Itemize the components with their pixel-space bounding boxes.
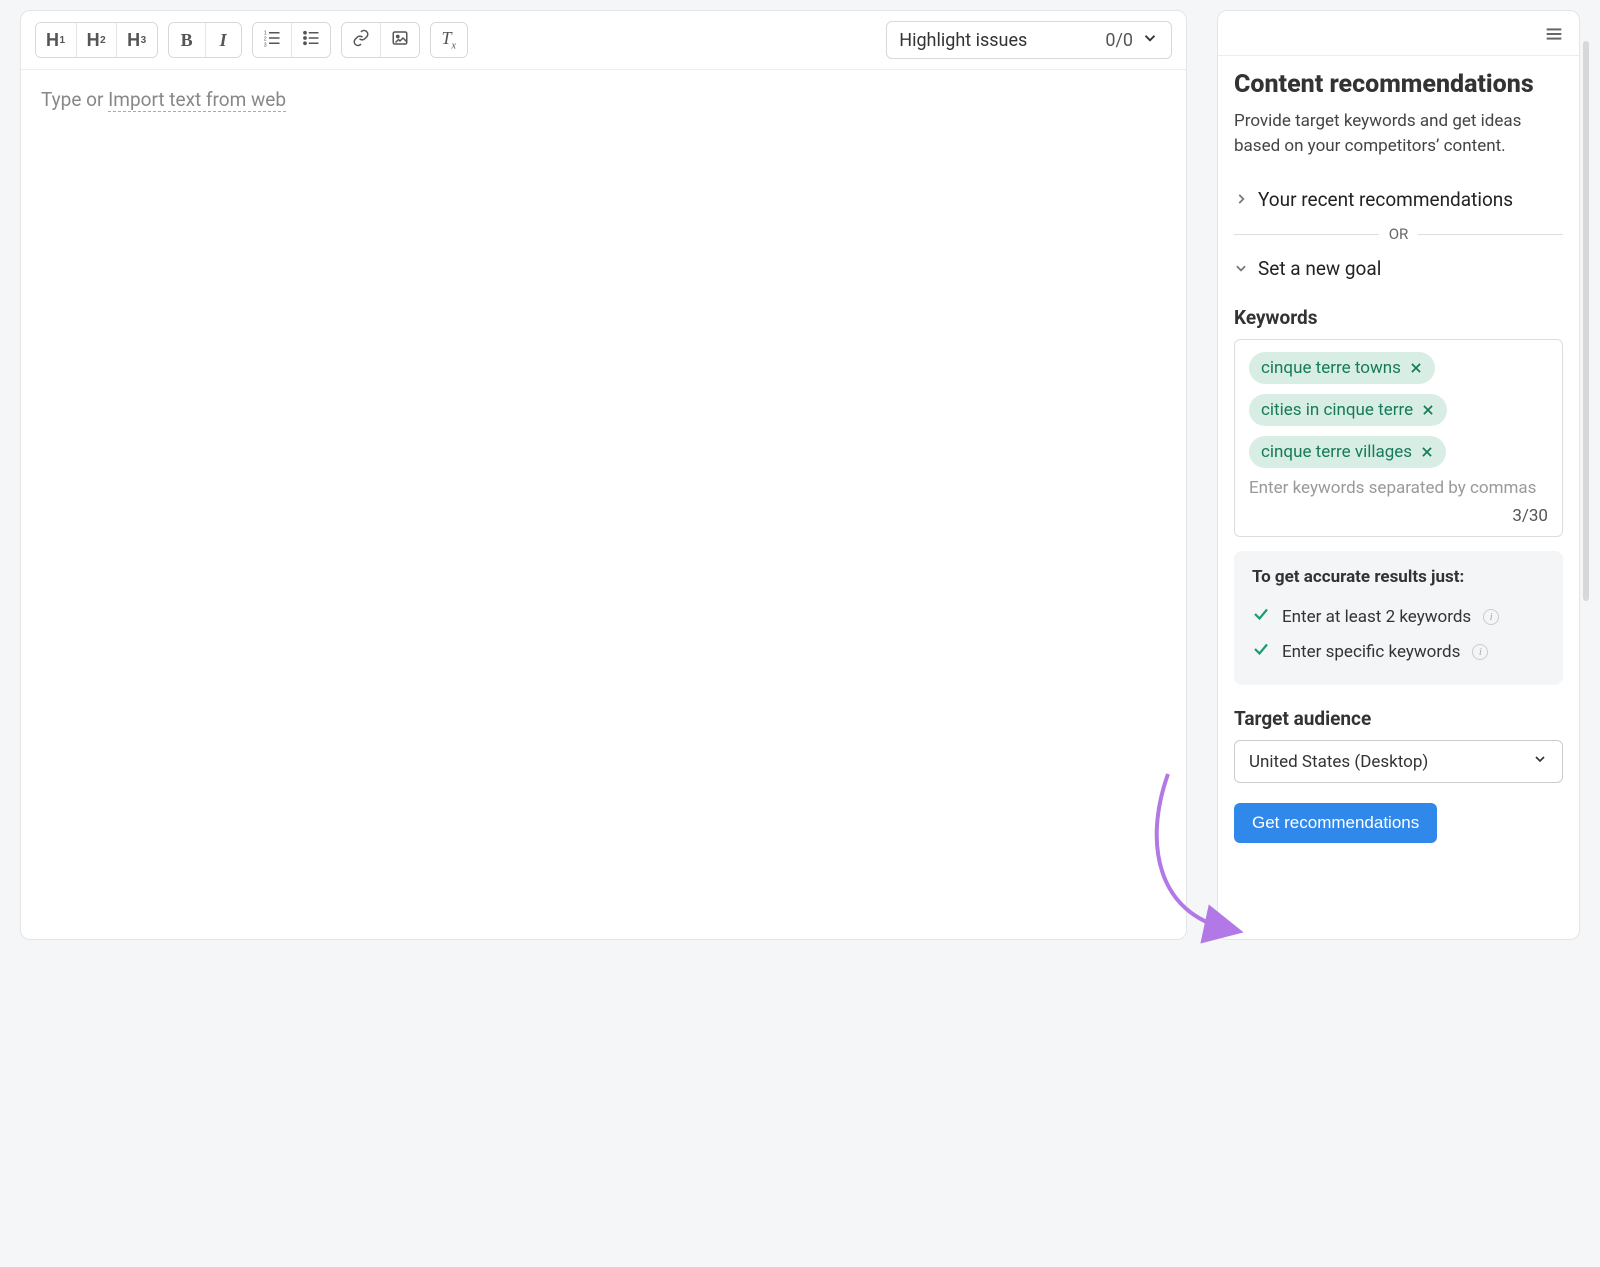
tip-row: Enter at least 2 keywords i	[1252, 599, 1545, 634]
set-new-goal-toggle[interactable]: Set a new goal	[1234, 247, 1563, 290]
keywords-count: 3/30	[1249, 506, 1548, 530]
app-layout: H1 H2 H3 B I 1 2 3	[20, 10, 1580, 940]
svg-text:3: 3	[263, 42, 266, 47]
info-icon[interactable]: i	[1483, 609, 1499, 625]
import-from-web-link[interactable]: Import text from web	[108, 88, 286, 112]
check-icon	[1252, 605, 1270, 628]
sidebar-description: Provide target keywords and get ideas ba…	[1234, 109, 1563, 158]
chevron-down-icon	[1532, 751, 1548, 772]
h2-button[interactable]: H2	[76, 23, 117, 57]
target-audience-value: United States (Desktop)	[1249, 752, 1428, 772]
keyword-chip: cinque terre villages	[1249, 436, 1446, 468]
editor-toolbar: H1 H2 H3 B I 1 2 3	[21, 11, 1186, 70]
sidebar-header	[1218, 11, 1579, 56]
bullet-list-icon	[302, 29, 320, 52]
target-audience-select[interactable]: United States (Desktop)	[1234, 740, 1563, 783]
chevron-right-icon	[1234, 188, 1248, 211]
recommendations-sidebar: Content recommendations Provide target k…	[1217, 10, 1580, 940]
hamburger-icon[interactable]	[1543, 23, 1565, 49]
clear-format-group: Tx	[430, 22, 468, 58]
image-icon	[391, 29, 409, 52]
target-audience-heading: Target audience	[1234, 707, 1563, 730]
h1-button[interactable]: H1	[36, 23, 76, 57]
editor-panel: H1 H2 H3 B I 1 2 3	[20, 10, 1187, 940]
link-button[interactable]	[342, 23, 380, 57]
chip-label: cinque terre towns	[1261, 358, 1401, 378]
remove-chip-icon[interactable]	[1421, 403, 1435, 417]
remove-chip-icon[interactable]	[1409, 361, 1423, 375]
keywords-placeholder[interactable]: Enter keywords separated by commas	[1249, 478, 1548, 498]
clear-format-icon: Tx	[441, 28, 455, 52]
svg-text:2: 2	[263, 36, 266, 42]
editor-placeholder-prefix: Type or	[41, 88, 108, 111]
tip-text: Enter specific keywords	[1282, 642, 1460, 662]
keyword-chip: cinque terre towns	[1249, 352, 1435, 384]
get-recommendations-button[interactable]: Get recommendations	[1234, 803, 1437, 843]
tip-text: Enter at least 2 keywords	[1282, 607, 1471, 627]
or-text: OR	[1389, 225, 1409, 243]
svg-text:1: 1	[263, 30, 266, 36]
clear-format-button[interactable]: Tx	[431, 23, 467, 57]
editor-body[interactable]: Type or Import text from web	[21, 70, 1186, 939]
check-icon	[1252, 640, 1270, 663]
highlight-issues-dropdown[interactable]: Highlight issues 0/0	[886, 21, 1172, 59]
bold-button[interactable]: B	[169, 23, 205, 57]
list-group: 1 2 3	[252, 22, 331, 58]
recent-recommendations-toggle[interactable]: Your recent recommendations	[1234, 178, 1563, 221]
chevron-down-icon	[1234, 257, 1248, 280]
highlight-issues-count: 0/0	[1105, 30, 1133, 51]
keyword-chips: cinque terre towns cities in cinque terr…	[1249, 352, 1548, 468]
chip-label: cities in cinque terre	[1261, 400, 1413, 420]
tip-row: Enter specific keywords i	[1252, 634, 1545, 669]
keyword-chip: cities in cinque terre	[1249, 394, 1447, 426]
link-icon	[352, 29, 370, 52]
h3-button[interactable]: H3	[116, 23, 157, 57]
heading-group: H1 H2 H3	[35, 22, 158, 58]
bullet-list-button[interactable]	[291, 23, 330, 57]
italic-button[interactable]: I	[205, 23, 241, 57]
tips-box: To get accurate results just: Enter at l…	[1234, 551, 1563, 685]
keywords-heading: Keywords	[1234, 306, 1563, 329]
chevron-down-icon	[1141, 29, 1159, 52]
sidebar-title: Content recommendations	[1234, 70, 1563, 99]
insert-group	[341, 22, 420, 58]
recent-recommendations-label: Your recent recommendations	[1258, 188, 1513, 211]
info-icon[interactable]: i	[1472, 644, 1488, 660]
highlight-issues-label: Highlight issues	[899, 30, 1027, 51]
format-group: B I	[168, 22, 242, 58]
keywords-input-box[interactable]: cinque terre towns cities in cinque terr…	[1234, 339, 1563, 537]
ordered-list-icon: 1 2 3	[263, 29, 281, 52]
set-new-goal-label: Set a new goal	[1258, 257, 1381, 280]
sidebar-scrollbar[interactable]	[1583, 41, 1589, 601]
ordered-list-button[interactable]: 1 2 3	[253, 23, 291, 57]
or-divider: OR	[1234, 225, 1563, 243]
chip-label: cinque terre villages	[1261, 442, 1412, 462]
image-button[interactable]	[380, 23, 419, 57]
sidebar-content: Content recommendations Provide target k…	[1218, 56, 1579, 861]
cta-label: Get recommendations	[1252, 813, 1419, 832]
tips-heading: To get accurate results just:	[1252, 567, 1545, 587]
remove-chip-icon[interactable]	[1420, 445, 1434, 459]
